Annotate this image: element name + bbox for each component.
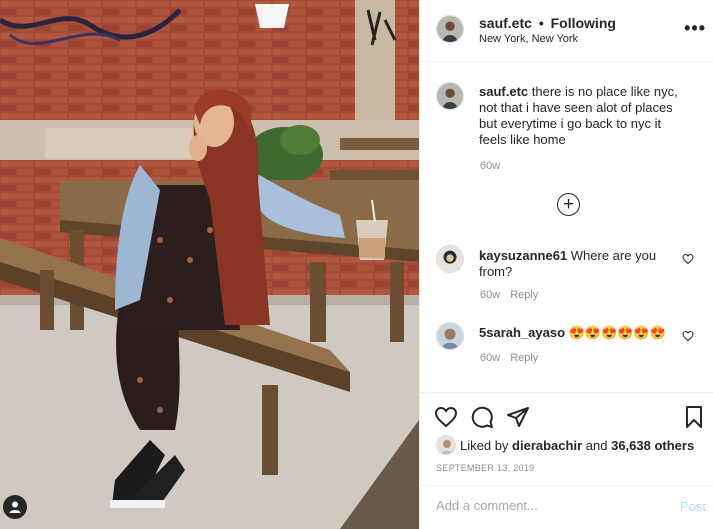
- comment-meta: 60w Reply: [480, 352, 538, 364]
- comment-text: 5sarah_ayaso 😍😍😍😍😍😍: [479, 325, 679, 341]
- caption-avatar[interactable]: [436, 82, 464, 110]
- commenter-avatar[interactable]: [436, 245, 464, 273]
- comment-like-heart-icon[interactable]: [682, 330, 694, 342]
- avatar-image: [437, 16, 463, 42]
- tagged-user-icon[interactable]: [3, 495, 27, 519]
- comment-timestamp[interactable]: 60w: [480, 352, 500, 364]
- comments-list[interactable]: sauf.etc there is no place like nyc, not…: [420, 62, 713, 392]
- avatar-image: [437, 323, 463, 349]
- caption-text: sauf.etc there is no place like nyc, not…: [479, 84, 689, 148]
- avatar-image: [437, 83, 463, 109]
- comment-meta: 60w Reply: [480, 289, 538, 301]
- comment-username[interactable]: kaysuzanne61: [479, 248, 567, 263]
- heart-icon[interactable]: [434, 405, 458, 429]
- comment-like-heart-icon[interactable]: [682, 253, 694, 265]
- post-photo[interactable]: [0, 0, 419, 529]
- likes-middle: and: [585, 437, 608, 453]
- likes-summary: Liked by dierabachir and 36,638 others: [436, 435, 694, 455]
- author-username[interactable]: sauf.etc: [479, 15, 532, 31]
- likes-count[interactable]: 36,638 others: [611, 438, 694, 453]
- post-location[interactable]: New York, New York: [479, 33, 578, 45]
- more-options-icon[interactable]: •••: [684, 18, 706, 39]
- caption-timestamp[interactable]: 60w: [480, 160, 500, 172]
- avatar-image: [437, 246, 463, 272]
- following-button[interactable]: Following: [551, 15, 616, 31]
- post-side-panel: sauf.etc • Following New York, New York …: [419, 0, 713, 529]
- reply-button[interactable]: Reply: [510, 352, 538, 364]
- post-header: sauf.etc • Following New York, New York …: [420, 0, 713, 62]
- avatar-image: [437, 436, 455, 454]
- post-comment-button[interactable]: Post: [680, 499, 706, 514]
- add-comment-bar: Post: [420, 485, 713, 529]
- liker-username[interactable]: dierabachir: [512, 438, 582, 453]
- post-date[interactable]: SEPTEMBER 13, 2019: [436, 463, 534, 473]
- plus-circle-icon[interactable]: +: [557, 193, 580, 216]
- author-avatar[interactable]: [436, 15, 464, 43]
- person-icon: [9, 501, 21, 513]
- paper-plane-icon[interactable]: [506, 405, 530, 429]
- reply-button[interactable]: Reply: [510, 289, 538, 301]
- comment-timestamp[interactable]: 60w: [480, 289, 500, 301]
- commenter-avatar[interactable]: [436, 322, 464, 350]
- author-line: sauf.etc • Following: [479, 15, 616, 31]
- comment-body: 😍😍😍😍😍😍: [565, 325, 666, 340]
- separator-dot: •: [538, 15, 544, 31]
- bookmark-icon[interactable]: [682, 405, 706, 429]
- comment-username[interactable]: 5sarah_ayaso: [479, 325, 565, 340]
- caption-username[interactable]: sauf.etc: [479, 84, 528, 99]
- comment-input[interactable]: [436, 498, 656, 513]
- likes-prefix: Liked by: [460, 437, 509, 453]
- liker-avatar[interactable]: [436, 435, 456, 455]
- post-image: [0, 0, 419, 529]
- post-actions: Liked by dierabachir and 36,638 others S…: [420, 392, 713, 529]
- comment-icon[interactable]: [470, 405, 494, 429]
- comment-text: kaysuzanne61 Where are you from?: [479, 248, 679, 280]
